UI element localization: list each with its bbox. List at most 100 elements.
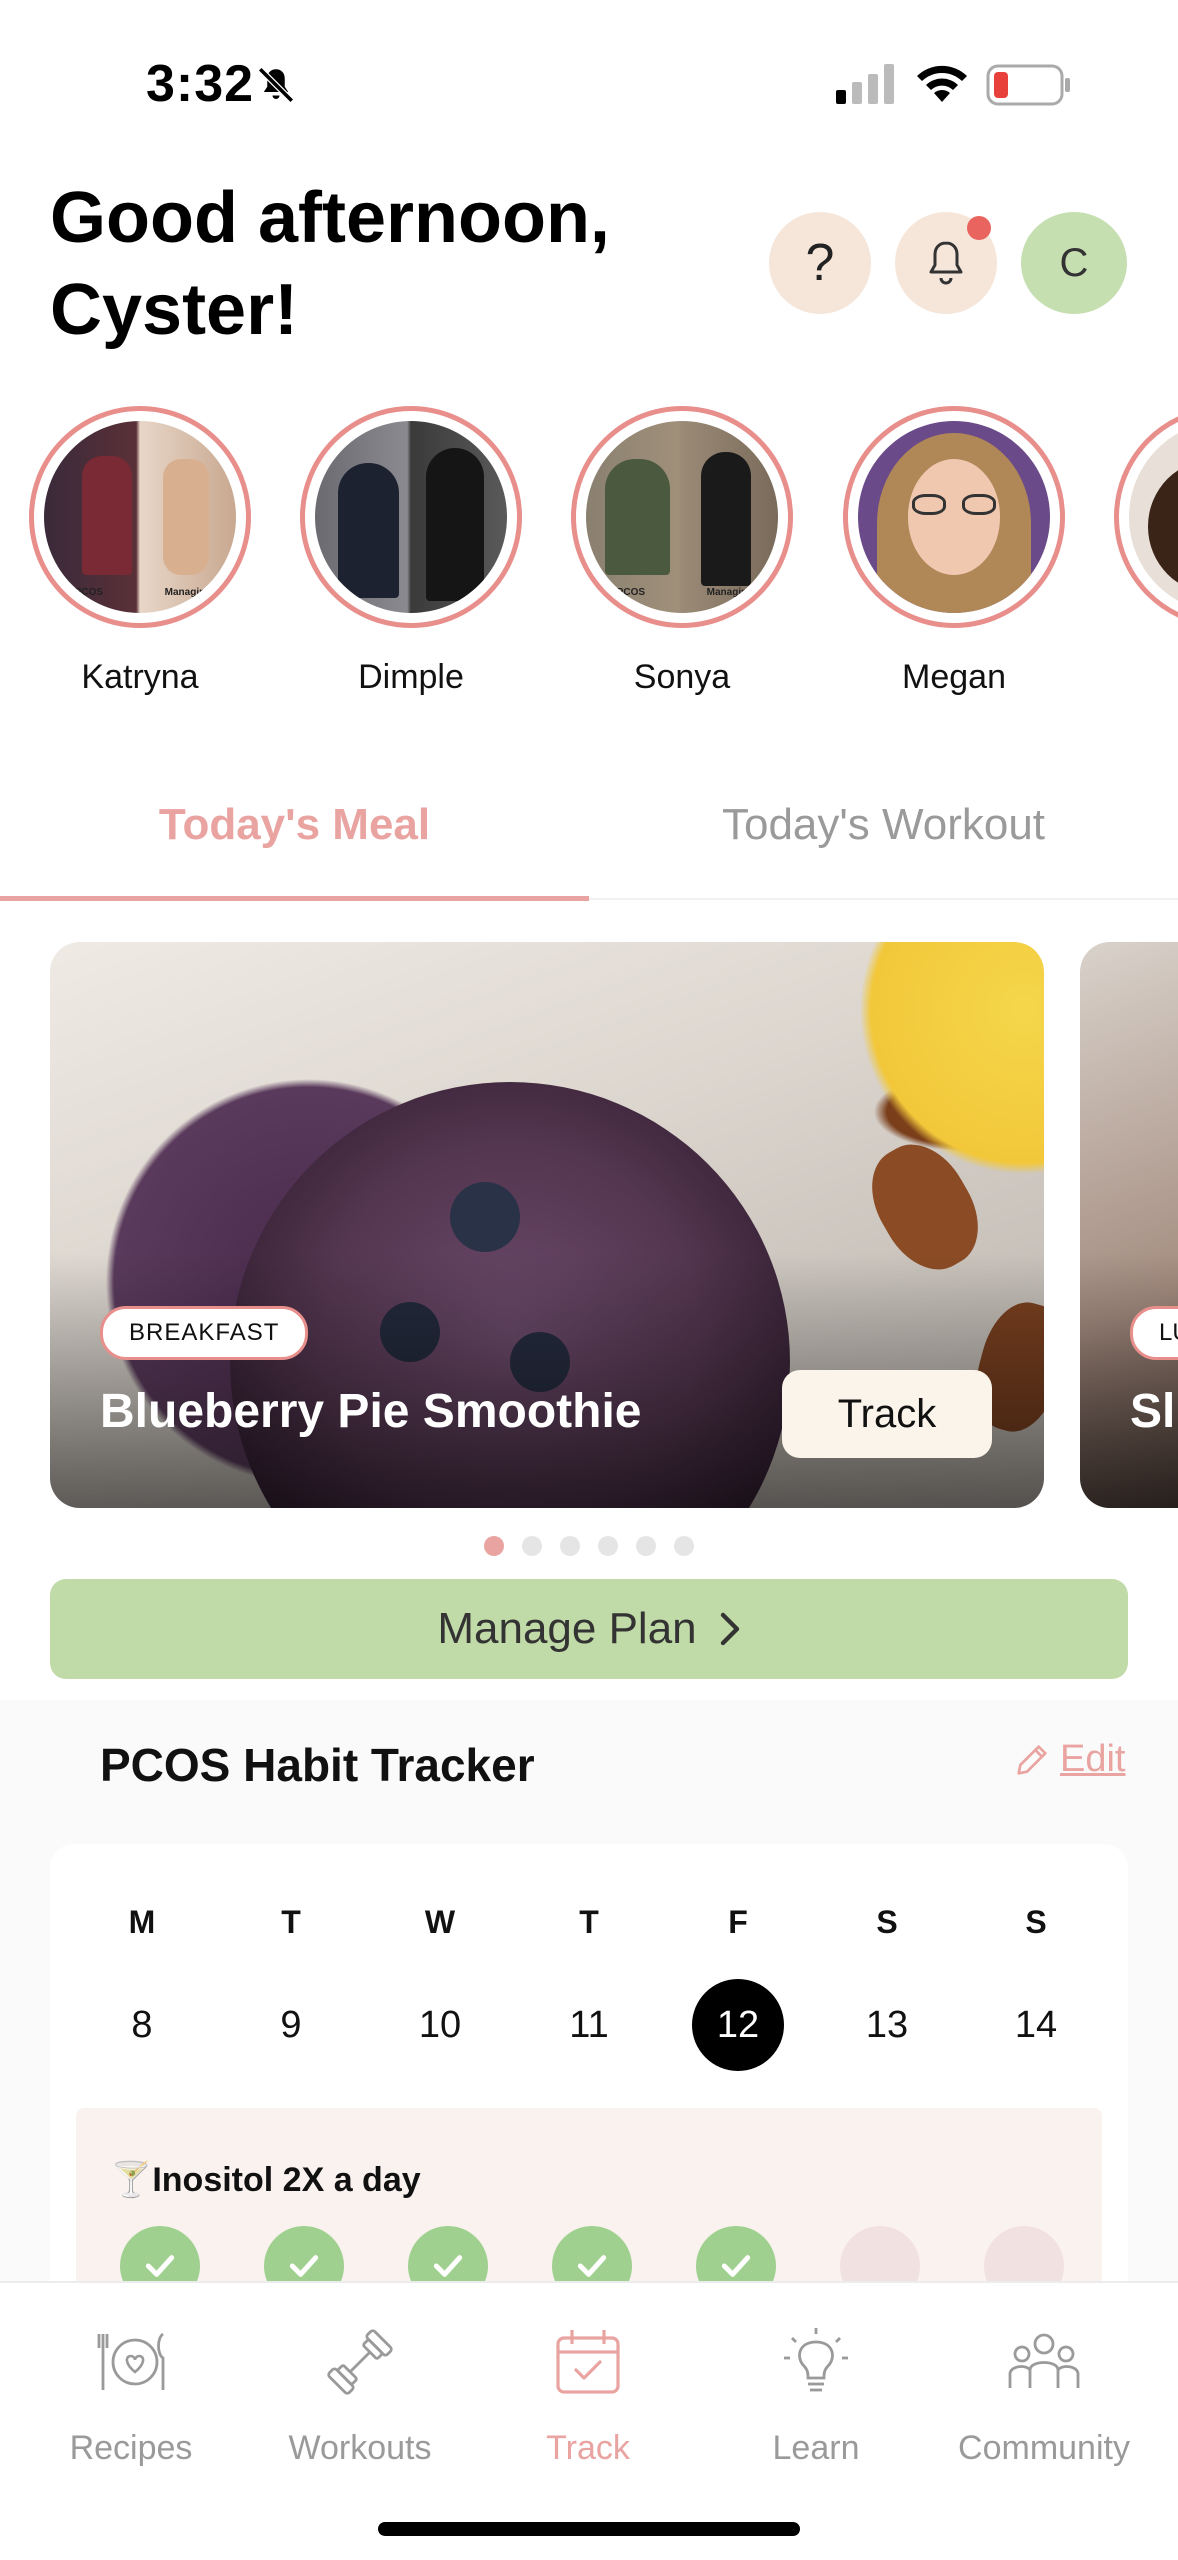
nav-label: Community [958,2429,1130,2467]
cellular-signal-icon [836,64,894,104]
track-meal-button[interactable]: Track [782,1370,992,1458]
story-ring [843,406,1065,628]
nav-label: Track [546,2429,630,2467]
story-photo [1129,421,1178,613]
next-meal-card[interactable]: LU Sl [1080,942,1178,1508]
story-name: Megan [902,658,1006,696]
tab-todays-meal[interactable]: Today's Meal [0,800,589,850]
meal-workout-tabs: Today's Meal Today's Workout [0,800,1178,908]
habit-name: 🍸Inositol 2X a day [110,2160,421,2200]
checkmark-icon [721,2255,751,2277]
card-shade [1080,1253,1178,1508]
lightbulb-icon [784,2328,848,2392]
day-column[interactable]: M 8 [96,1904,188,2071]
story-megan[interactable]: Megan [843,406,1065,697]
day-column[interactable]: T 11 [543,1904,635,2071]
photo-caption-right: Managin [164,586,206,598]
day-number[interactable]: 8 [96,1979,188,2071]
carousel-dot[interactable] [674,1536,694,1556]
day-letter: F [728,1904,748,1940]
story-name: Katryna [81,658,199,696]
nav-workouts[interactable]: Workouts [250,2317,470,2468]
edit-habits-link[interactable]: Edit [1012,1738,1125,1781]
meal-card[interactable]: BREAKFAST Blueberry Pie Smoothie Track [50,942,1044,1508]
nav-track[interactable]: Track [478,2317,698,2468]
tab-todays-workout[interactable]: Today's Workout [589,800,1178,850]
day-letter: S [876,1904,898,1940]
day-letter: T [281,1904,301,1940]
habit-label: Inositol 2X a day [152,2161,421,2199]
nav-label: Workouts [288,2429,432,2467]
story-ring: PCOS Managin [571,406,793,628]
nav-label: Recipes [69,2429,193,2467]
day-column[interactable]: S 13 [841,1904,933,2071]
day-column[interactable]: W 10 [394,1904,486,2071]
status-time: 3:32 [146,55,255,113]
story-dimple[interactable]: Dimple [300,406,522,697]
app-screen: 3:32 Good afternoon, Cyster! ? C PCOS Ma… [0,0,1178,2560]
carousel-dot[interactable] [636,1536,656,1556]
battery-low-icon [986,64,1070,106]
story-photo: PCOS Managin [586,421,778,613]
photo-caption-left: PCOS [74,586,104,598]
pencil-icon [1017,1744,1047,1775]
nav-community[interactable]: Community [934,2317,1154,2468]
manage-plan-button[interactable]: Manage Plan [50,1579,1128,1679]
day-number[interactable]: 14 [990,1979,1082,2071]
day-column[interactable]: F 12 [692,1904,784,2071]
week-days: M 8 T 9 W 10 T 11 F 12 S 13 S 14 [96,1904,1082,2071]
bottom-navigation: Recipes Workouts Track Learn Community [0,2281,1178,2560]
habit-tracker-title: PCOS Habit Tracker [100,1739,535,1791]
carousel-dot[interactable] [484,1536,504,1556]
nav-label: Learn [772,2429,860,2467]
meal-title: Blueberry Pie Smoothie [100,1385,642,1438]
carousel-dot[interactable] [560,1536,580,1556]
carousel-dot[interactable] [598,1536,618,1556]
checkmark-icon [289,2255,319,2277]
photo-caption-left: PCOS [616,586,646,598]
notification-dot [967,216,991,240]
help-button[interactable]: ? [769,212,871,314]
day-number-selected[interactable]: 12 [692,1979,784,2071]
story-name: Sonya [633,658,731,696]
story-katryna[interactable]: PCOS Managin Katryna [29,406,251,697]
story-partial[interactable] [1114,406,1178,658]
checkmark-icon [577,2255,607,2277]
carousel-dots [484,1536,694,1556]
edit-label: Edit [1060,1738,1126,1780]
notifications-button[interactable] [895,212,997,314]
nav-learn[interactable]: Learn [706,2317,926,2468]
status-bar: 3:32 [0,0,1178,170]
blueberry [450,1182,520,1252]
home-indicator[interactable] [378,2522,800,2536]
nav-recipes[interactable]: Recipes [21,2317,241,2468]
day-column[interactable]: T 9 [245,1904,337,2071]
profile-avatar-button[interactable]: C [1021,212,1127,314]
day-number[interactable]: 13 [841,1979,933,2071]
story-ring: PCOS Managin [29,406,251,628]
recipes-icon [97,2332,165,2390]
story-ring [1114,406,1178,628]
story-sonya[interactable]: PCOS Managin Sonya [571,406,793,697]
day-number[interactable]: 10 [394,1979,486,2071]
meal-type-badge: LU [1130,1306,1178,1360]
cocktail-icon: 🍸 [110,2161,153,2199]
meal-title: Sl [1130,1385,1176,1438]
story-photo: PCOS Managin [44,421,236,613]
active-tab-indicator [0,896,589,901]
day-column[interactable]: S 14 [990,1904,1082,2071]
question-icon: ? [805,234,835,292]
day-number[interactable]: 9 [245,1979,337,2071]
bell-muted-icon [258,67,294,103]
day-letter: T [579,1904,599,1940]
wifi-icon [917,65,967,102]
carousel-dot[interactable] [522,1536,542,1556]
meal-type-badge: BREAKFAST [100,1306,309,1360]
story-name: Dimple [358,658,464,696]
dumbbell-icon [327,2329,393,2395]
chevron-right-icon [720,1612,739,1646]
story-photo [315,421,507,613]
checkmark-icon [433,2255,463,2277]
day-number[interactable]: 11 [543,1979,635,2071]
day-letter: S [1025,1904,1047,1940]
